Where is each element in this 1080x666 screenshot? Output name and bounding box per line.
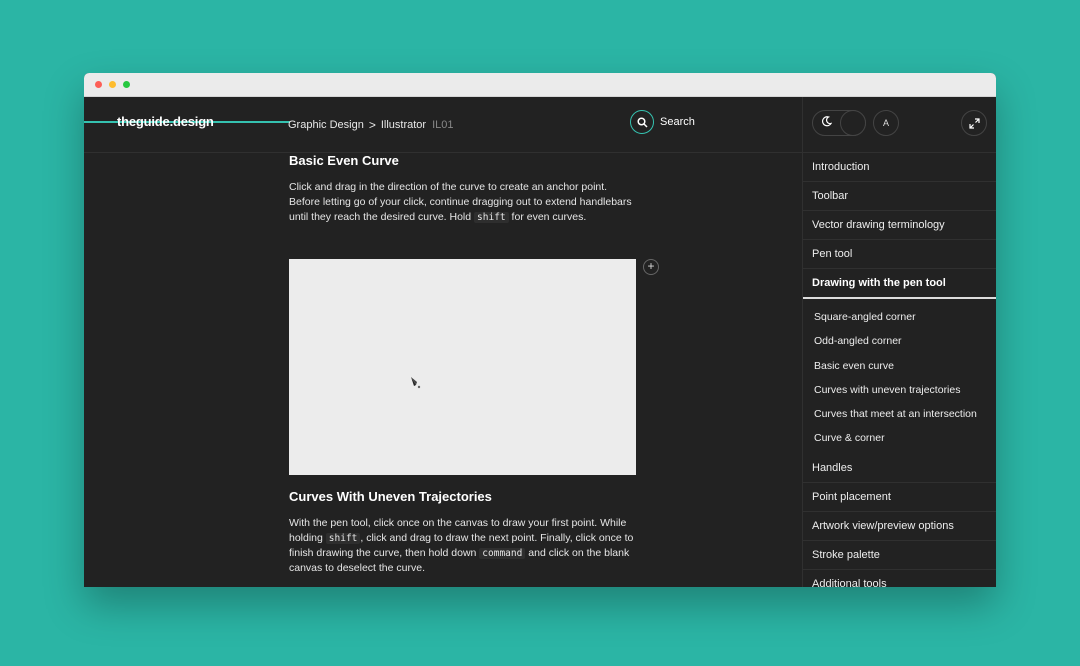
toc-item-handles[interactable]: Handles	[803, 454, 996, 483]
toc-subnav: Square-angled corner Odd-angled corner B…	[803, 299, 996, 454]
maximize-window-button[interactable]	[123, 81, 130, 88]
toc-subitem-odd-angled-corner[interactable]: Odd-angled corner	[803, 329, 996, 353]
table-of-contents: A Introduction Toolbar Vector drawing te…	[802, 97, 996, 587]
sidebar-controls: A	[803, 97, 996, 153]
toc-subitem-square-angled-corner[interactable]: Square-angled corner	[803, 305, 996, 329]
search-label: Search	[660, 116, 695, 128]
toc-subitem-basic-even-curve[interactable]: Basic even curve	[803, 354, 996, 378]
fullscreen-button[interactable]	[961, 110, 987, 136]
shift-key-code: shift	[325, 533, 361, 544]
browser-window: theguide.design Graphic Design > Illustr…	[84, 73, 996, 587]
section-paragraph: With the pen tool, click once on the can…	[289, 516, 634, 576]
article-content: Basic Even Curve Click and drag in the d…	[289, 153, 634, 225]
section-title-basic-even-curve: Basic Even Curve	[289, 153, 399, 168]
toc-subitem-uneven-trajectories[interactable]: Curves with uneven trajectories	[803, 378, 996, 402]
page-header: theguide.design Graphic Design > Illustr…	[84, 97, 802, 153]
command-key-code: command	[479, 548, 526, 559]
toc-item-drawing-with-pen-tool[interactable]: Drawing with the pen tool	[803, 269, 996, 299]
section-paragraph: Click and drag in the direction of the c…	[289, 180, 634, 225]
article-content-continued: Curves With Uneven Trajectories With the…	[289, 489, 634, 576]
search-button[interactable]: Search	[630, 110, 695, 134]
search-icon	[630, 110, 654, 134]
close-window-button[interactable]	[95, 81, 102, 88]
toc-subitem-curve-and-corner[interactable]: Curve & corner	[803, 426, 996, 450]
toc-item-stroke-palette[interactable]: Stroke palette	[803, 541, 996, 570]
site-logo[interactable]: theguide.design	[117, 114, 214, 129]
shift-key-code: shift	[474, 212, 509, 223]
breadcrumb-separator: >	[368, 118, 376, 132]
toc-item-toolbar[interactable]: Toolbar	[803, 182, 996, 211]
moon-icon	[821, 116, 833, 130]
toc-item-introduction[interactable]: Introduction	[803, 153, 996, 182]
expand-icon	[968, 117, 980, 129]
breadcrumb-graphic-design[interactable]: Graphic Design	[288, 119, 364, 131]
section-title-uneven-trajectories: Curves With Uneven Trajectories	[289, 489, 492, 504]
font-size-button[interactable]: A	[873, 110, 899, 136]
lesson-code: IL01	[432, 119, 454, 131]
toc-item-additional-tools[interactable]: Additional tools	[803, 570, 996, 587]
breadcrumb: Graphic Design > Illustrator IL01	[288, 118, 454, 132]
text-run: for even curves.	[508, 211, 587, 223]
pen-cursor-icon	[411, 377, 421, 389]
toc-subitem-curves-intersection[interactable]: Curves that meet at an intersection	[803, 402, 996, 426]
toc-item-point-placement[interactable]: Point placement	[803, 483, 996, 512]
theme-toggle[interactable]	[812, 110, 866, 136]
toc-item-vector-drawing-terminology[interactable]: Vector drawing terminology	[803, 211, 996, 240]
toggle-knob	[840, 110, 866, 136]
expand-button[interactable]: +	[643, 259, 659, 275]
toc-item-pen-tool[interactable]: Pen tool	[803, 240, 996, 269]
breadcrumb-illustrator[interactable]: Illustrator	[381, 119, 426, 131]
window-titlebar	[84, 73, 996, 97]
minimize-window-button[interactable]	[109, 81, 116, 88]
demo-canvas[interactable]	[289, 259, 636, 475]
toc-item-artwork-view[interactable]: Artwork view/preview options	[803, 512, 996, 541]
